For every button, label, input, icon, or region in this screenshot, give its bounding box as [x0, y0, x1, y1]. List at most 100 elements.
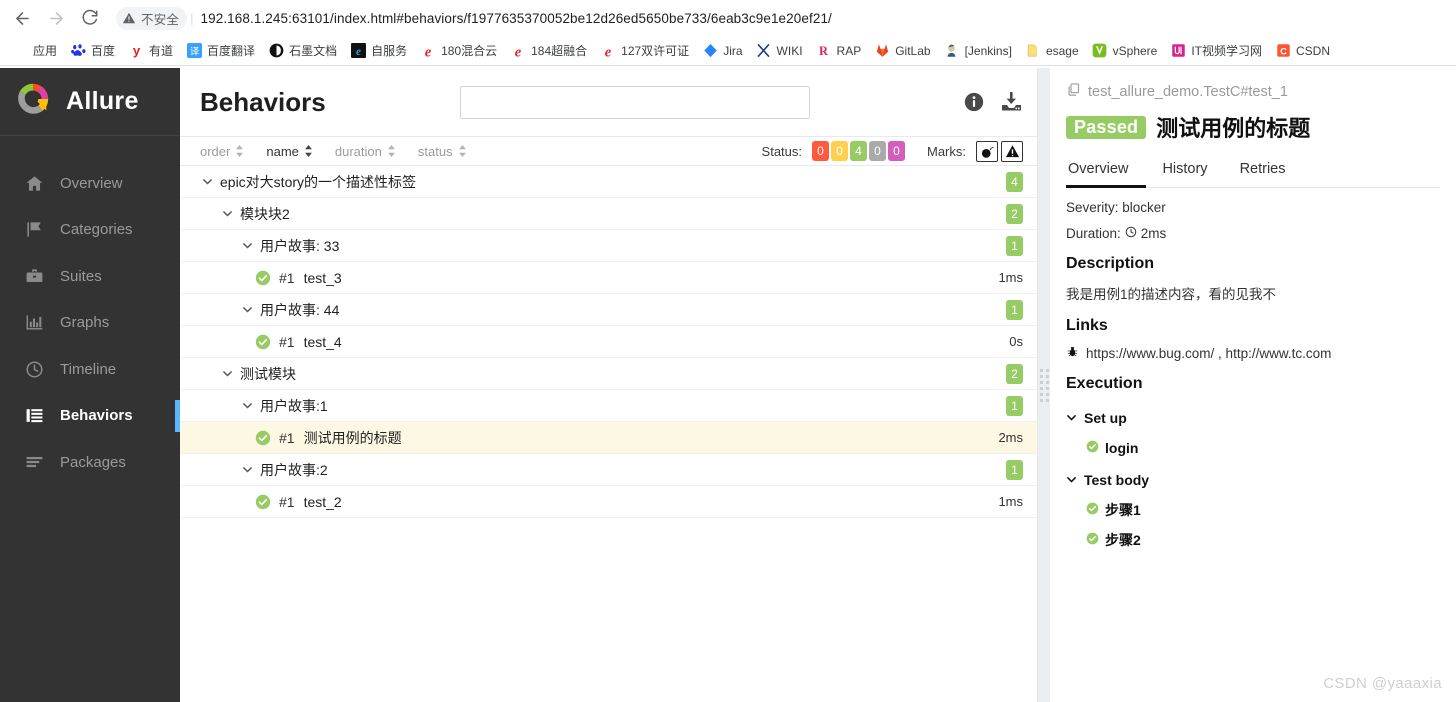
- sidebar-item-behaviors[interactable]: Behaviors: [0, 393, 180, 440]
- watermark: CSDN @yaaaxia: [1323, 675, 1442, 692]
- tree-group-label: 模块块2: [240, 205, 290, 222]
- behaviors-tree[interactable]: epic对大story的一个描述性标签 4 模块块2 2 用户故事: 33 1: [180, 166, 1037, 702]
- info-icon[interactable]: [963, 91, 985, 113]
- sidebar-nav: Overview Categories Suites Graphs Timeli…: [0, 136, 180, 486]
- duration-label: Duration:: [1066, 226, 1121, 241]
- execution-step-label: 步骤1: [1105, 502, 1141, 518]
- sidebar-item-categories[interactable]: Categories: [0, 207, 180, 254]
- status-chip-passed[interactable]: 4: [850, 141, 867, 161]
- sidebar-item-packages[interactable]: Packages: [0, 439, 180, 486]
- bookmark-shimo[interactable]: 石墨文档: [262, 39, 343, 62]
- tree-group-row[interactable]: 模块块2 2: [180, 198, 1037, 230]
- bookmark-it-video[interactable]: IT视频学习网: [1164, 39, 1268, 62]
- sorter-duration[interactable]: duration: [335, 144, 396, 159]
- browser-chrome: 不安全 | 192.168.1.245:63101/index.html#beh…: [0, 0, 1456, 68]
- tree-group-row[interactable]: 用户故事: 44 1: [180, 294, 1037, 326]
- arrow-left-icon: [15, 11, 29, 25]
- bookmark-selfservice[interactable]: e 自服务: [344, 39, 413, 62]
- chevron-down-icon[interactable]: [240, 400, 254, 411]
- ie-icon: e: [350, 43, 366, 59]
- bookmark-apps[interactable]: 应用: [6, 39, 63, 62]
- sidebar-item-overview[interactable]: Overview: [0, 160, 180, 207]
- bookmark-jira[interactable]: Jira: [696, 40, 748, 62]
- bookmark-baidu-translate[interactable]: 译 百度翻译: [180, 39, 261, 62]
- tree-count-badge: 1: [1006, 235, 1023, 256]
- search-input[interactable]: [460, 85, 811, 119]
- tree-count-badge: 4: [1006, 171, 1023, 192]
- chevron-down-icon[interactable]: [220, 368, 234, 379]
- bookmark-rap[interactable]: R RAP: [810, 40, 868, 62]
- bookmark-label: Jira: [723, 43, 743, 58]
- tree-leaf-row-selected[interactable]: #1 测试用例的标题 2ms: [180, 422, 1037, 454]
- execution-group-header[interactable]: Test body: [1066, 465, 1440, 495]
- tree-group-row[interactable]: epic对大story的一个描述性标签 4: [180, 166, 1037, 198]
- execution-step-label: 步骤2: [1105, 532, 1141, 548]
- warning-triangle-icon[interactable]: [1001, 140, 1023, 162]
- bookmark-184-hci[interactable]: e 184超融合: [504, 39, 593, 62]
- panel-splitter[interactable]: [1038, 68, 1050, 702]
- bookmark-label: 百度: [91, 44, 116, 58]
- tree-leaf-label: test_2: [303, 493, 342, 510]
- tree-leaf-row[interactable]: #1 test_3 1ms: [180, 262, 1037, 294]
- tree-group-row[interactable]: 测试模块 2: [180, 358, 1037, 390]
- status-chip-unknown[interactable]: 0: [888, 141, 905, 161]
- chevron-down-icon[interactable]: [220, 208, 234, 219]
- allure-app: Allure Overview Categories Suites Graphs…: [0, 68, 1456, 702]
- description-heading: Description: [1066, 255, 1155, 272]
- bookmark-esage[interactable]: esage: [1019, 40, 1085, 62]
- copy-icon[interactable]: [1066, 82, 1081, 101]
- site-security-chip[interactable]: 不安全: [116, 6, 188, 30]
- chevron-down-icon[interactable]: [240, 464, 254, 475]
- status-chip-skipped[interactable]: 0: [869, 141, 886, 161]
- forward-button[interactable]: [42, 4, 70, 32]
- bookmark-wiki[interactable]: WIKI: [750, 40, 809, 62]
- reload-button[interactable]: [76, 4, 104, 32]
- sidebar-item-label: Graphs: [60, 314, 110, 332]
- execution-group-header[interactable]: Set up: [1066, 403, 1440, 433]
- tab-overview[interactable]: Overview: [1066, 155, 1147, 188]
- tree-group-row[interactable]: 用户故事:2 1: [180, 454, 1037, 486]
- bookmark-baidu[interactable]: 百度: [64, 39, 121, 62]
- sort-arrows-icon: [304, 145, 313, 157]
- bookmark-youdao[interactable]: y 有道: [122, 39, 179, 62]
- status-chip-broken[interactable]: 0: [831, 141, 848, 161]
- execution-step[interactable]: 步骤2: [1066, 525, 1440, 555]
- bookmark-180-cloud[interactable]: e 180混合云: [414, 39, 503, 62]
- chevron-down-icon[interactable]: [240, 304, 254, 315]
- execution-step[interactable]: login: [1066, 433, 1440, 463]
- tree-leaf-row[interactable]: #1 test_4 0s: [180, 326, 1037, 358]
- detail-path[interactable]: test_allure_demo.TestC#test_1: [1066, 82, 1440, 101]
- tree-group-row[interactable]: 用户故事: 33 1: [180, 230, 1037, 262]
- tree-group-row[interactable]: 用户故事:1 1: [180, 390, 1037, 422]
- links-row[interactable]: https://www.bug.com/ , http://www.tc.com: [1066, 345, 1440, 361]
- tab-retries[interactable]: Retries: [1224, 155, 1302, 188]
- chevron-down-icon[interactable]: [1066, 410, 1077, 426]
- address-bar[interactable]: 不安全 | 192.168.1.245:63101/index.html#beh…: [116, 4, 1448, 32]
- download-icon[interactable]: [999, 90, 1023, 114]
- tree-leaf-row[interactable]: #1 test_2 1ms: [180, 486, 1037, 518]
- bookmark-vsphere[interactable]: vSphere: [1086, 40, 1164, 62]
- sidebar-item-suites[interactable]: Suites: [0, 253, 180, 300]
- chevron-down-icon[interactable]: [1066, 472, 1077, 488]
- back-button[interactable]: [8, 4, 36, 32]
- bookmarks-bar: 应用 百度 y 有道 译 百度翻译 石墨文档 e 自服务 e 180混合云 e …: [0, 36, 1456, 66]
- sorter-name[interactable]: name: [266, 144, 313, 159]
- sidebar: Allure Overview Categories Suites Graphs…: [0, 68, 180, 702]
- bookmark-127-license[interactable]: e 127双许可证: [594, 39, 695, 62]
- bookmark-jenkins[interactable]: [Jenkins]: [938, 40, 1018, 62]
- sorter-status[interactable]: status: [418, 144, 467, 159]
- chevron-down-icon[interactable]: [240, 240, 254, 251]
- execution-step[interactable]: 步骤1: [1066, 495, 1440, 525]
- sidebar-item-timeline[interactable]: Timeline: [0, 346, 180, 393]
- bookmark-label: 自服务: [371, 44, 408, 58]
- bookmark-gitlab[interactable]: GitLab: [868, 40, 936, 62]
- sorter-order[interactable]: order: [200, 144, 244, 159]
- sort-arrows-icon: [458, 145, 467, 157]
- tab-history[interactable]: History: [1146, 155, 1223, 188]
- bomb-icon[interactable]: [976, 140, 998, 162]
- status-chip-failed[interactable]: 0: [812, 141, 829, 161]
- brand[interactable]: Allure: [0, 68, 180, 136]
- sidebar-item-graphs[interactable]: Graphs: [0, 300, 180, 347]
- chevron-down-icon[interactable]: [200, 176, 214, 187]
- bookmark-csdn[interactable]: C CSDN: [1269, 40, 1336, 62]
